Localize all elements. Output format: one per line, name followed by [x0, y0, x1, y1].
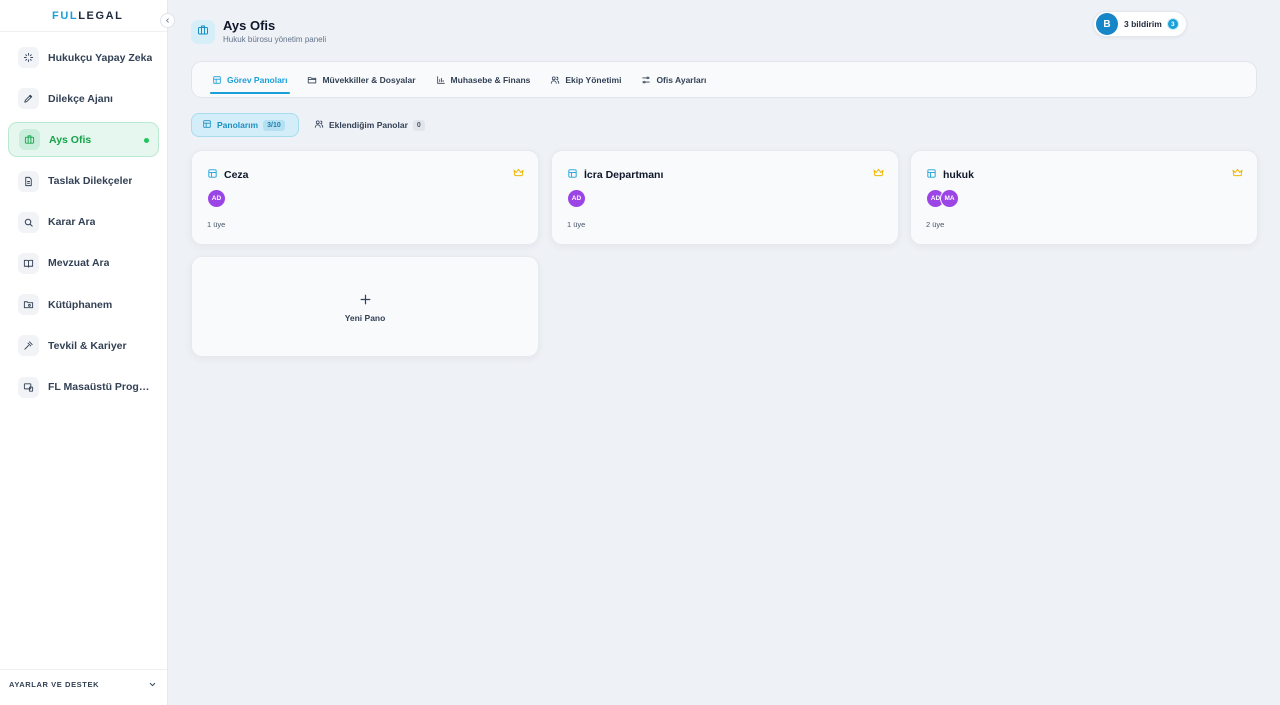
office-tabs: Görev Panoları Müvekkiller & Dosyalar Mu…: [191, 61, 1257, 98]
sidebar-item-label: Tevkil & Kariyer: [48, 339, 127, 352]
desktop-icon: [18, 376, 39, 398]
tab-label: Ofis Ayarları: [656, 74, 707, 85]
board-icon: [926, 166, 937, 184]
board-title: Ceza: [224, 169, 249, 181]
page-subtitle: Hukuk bürosu yönetim paneli: [223, 35, 327, 44]
crown-icon: [1232, 168, 1243, 177]
member-count: 1 üye: [207, 220, 226, 229]
member-count: 1 üye: [567, 220, 586, 229]
tab-muhasebe-finans[interactable]: Muhasebe & Finans: [436, 61, 531, 98]
sidebar-item-ays-ofis[interactable]: Ays Ofis: [8, 122, 159, 158]
tab-gorev-panolari[interactable]: Görev Panoları: [209, 61, 291, 98]
tab-label: Ekip Yönetimi: [565, 74, 622, 85]
subtab-label: Eklendiğim Panolar: [329, 120, 408, 130]
board-quota-badge: 3/10: [263, 119, 285, 131]
sidebar-item-label: Mevzuat Ara: [48, 257, 110, 270]
sidebar-item-karar-ara[interactable]: Karar Ara: [8, 205, 159, 240]
crown-icon: [873, 168, 884, 177]
gavel-icon: [18, 335, 39, 357]
sidebar-item-kutuphanem[interactable]: Kütüphanem: [8, 287, 159, 322]
sidebar-collapse-button[interactable]: [160, 13, 175, 28]
tab-label: Görev Panoları: [227, 74, 288, 85]
member-count: 2 üye: [926, 220, 945, 229]
tab-label: Müvekkiller & Dosyalar: [322, 74, 416, 85]
sidebar-item-label: Hukukçu Yapay Zeka: [48, 51, 153, 64]
member-avatar: AD: [207, 189, 226, 208]
board-icon: [567, 166, 578, 184]
active-indicator: [144, 138, 149, 144]
sidebar-item-label: Karar Ara: [48, 216, 96, 229]
sidebar-item-hukukcu-yapay-zeka[interactable]: Hukukçu Yapay Zeka: [8, 40, 159, 75]
tab-ekip-yonetimi[interactable]: Ekip Yönetimi: [550, 61, 621, 98]
board-card-hukuk[interactable]: hukuk AD MA 2 üye: [910, 150, 1258, 245]
added-boards-count-badge: 0: [412, 119, 425, 131]
office-icon-badge: [191, 20, 215, 44]
board-card-ceza[interactable]: Ceza AD 1 üye: [191, 150, 539, 245]
search-icon: [18, 211, 39, 233]
bar-chart-icon: [436, 75, 446, 85]
logo-prefix: FUL: [52, 9, 79, 22]
sidebar-item-dilekce-ajani[interactable]: Dilekçe Ajanı: [8, 81, 159, 116]
document-icon: [18, 170, 39, 192]
board-members: AD: [567, 189, 586, 208]
sparkles-icon: [18, 47, 39, 68]
sidebar-item-label: FL Masaüstü Programı: [48, 381, 153, 393]
user-avatar: B: [1096, 13, 1118, 35]
tab-muvekkiller-dosyalar[interactable]: Müvekkiller & Dosyalar: [307, 61, 416, 98]
new-board-label: Yeni Pano: [344, 312, 386, 323]
sidebar-item-taslak-dilekceler[interactable]: Taslak Dilekçeler: [8, 164, 159, 199]
users-icon: [550, 75, 560, 85]
sidebar-item-label: Kütüphanem: [48, 298, 113, 311]
sidebar-nav: Hukukçu Yapay Zeka Dilekçe Ajanı Ays Ofi…: [8, 40, 159, 411]
tab-label: Muhasebe & Finans: [450, 74, 531, 85]
subtab-eklendigim-panolar[interactable]: Eklendiğim Panolar 0: [309, 113, 434, 137]
sidebar-item-label: Dilekçe Ajanı: [48, 92, 113, 105]
users-icon: [314, 116, 324, 134]
chevron-down-icon: [148, 676, 157, 694]
notifications-button[interactable]: B 3 bildirim 3: [1093, 11, 1187, 37]
plus-icon: [359, 291, 372, 309]
sidebar: FUL LEGAL Hukukçu Yapay Zeka Dilekçe Ajan…: [0, 0, 168, 705]
sidebar-item-label: Taslak Dilekçeler: [48, 175, 133, 188]
member-avatar: AD: [567, 189, 586, 208]
folder-icon: [307, 75, 317, 85]
notifications-label: 3 bildirim: [1124, 19, 1162, 29]
pen-icon: [18, 88, 39, 110]
sliders-icon: [641, 75, 651, 85]
book-icon: [18, 252, 39, 274]
page-title: Ays Ofis: [223, 18, 276, 33]
briefcase-icon: [19, 129, 40, 151]
sidebar-item-label: Ays Ofis: [49, 133, 92, 146]
folder-search-icon: [18, 294, 39, 316]
subtab-panolarim[interactable]: Panolarım 3/10: [191, 113, 299, 137]
app-logo[interactable]: FUL LEGAL: [0, 0, 167, 32]
sidebar-item-tevkil-kariyer[interactable]: Tevkil & Kariyer: [8, 328, 159, 363]
new-board-button[interactable]: Yeni Pano: [191, 256, 539, 357]
subtab-label: Panolarım: [217, 120, 259, 130]
chevron-left-icon: [164, 16, 171, 26]
board-icon: [202, 116, 212, 134]
notifications-count-badge: 3: [1166, 18, 1179, 30]
sidebar-item-mevzuat-ara[interactable]: Mevzuat Ara: [8, 246, 159, 281]
board-members: AD: [207, 189, 226, 208]
briefcase-icon: [197, 23, 209, 41]
sidebar-item-fl-masaustu[interactable]: FL Masaüstü Programı: [8, 370, 159, 405]
logo-suffix: LEGAL: [78, 9, 124, 22]
board-title: İcra Departmanı: [584, 169, 664, 181]
member-avatar: MA: [940, 189, 959, 208]
board-title: hukuk: [943, 169, 974, 181]
board-card-icra-departmani[interactable]: İcra Departmanı AD 1 üye: [551, 150, 899, 245]
board-icon: [207, 166, 218, 184]
crown-icon: [513, 168, 524, 177]
board-icon: [212, 75, 222, 85]
tab-ofis-ayarlari[interactable]: Ofis Ayarları: [641, 61, 706, 98]
settings-support-toggle[interactable]: AYARLAR VE DESTEK: [0, 669, 167, 699]
settings-support-label: AYARLAR VE DESTEK: [9, 680, 100, 689]
board-members: AD MA: [926, 189, 959, 208]
